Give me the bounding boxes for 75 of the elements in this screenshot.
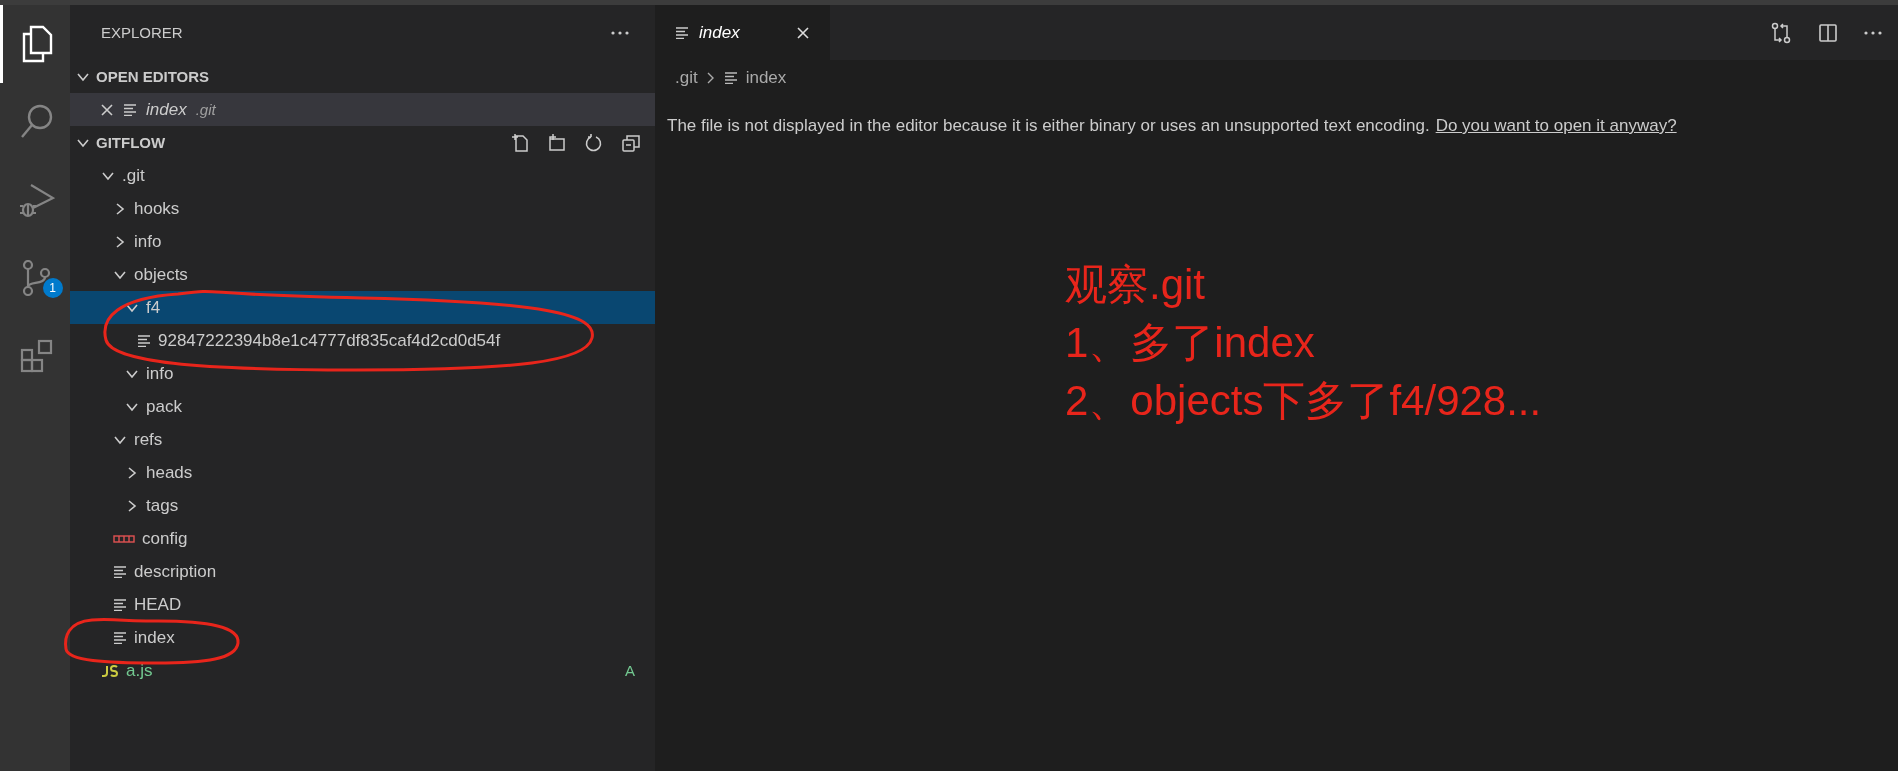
file-name: index bbox=[134, 627, 175, 648]
file-name: a.js bbox=[126, 660, 153, 681]
annotation-text: 2、objects下多了f4/928... bbox=[1065, 376, 1543, 426]
notification-badge: 1 bbox=[42, 278, 63, 298]
tree-item[interactable]: objects bbox=[70, 258, 655, 291]
play-bug-icon bbox=[18, 182, 55, 218]
file-name: heads bbox=[146, 462, 193, 483]
new-file-icon[interactable] bbox=[510, 132, 530, 153]
lines-icon bbox=[675, 26, 689, 39]
breadcrumb[interactable]: .git bbox=[675, 68, 698, 88]
more-icon[interactable] bbox=[1864, 30, 1882, 35]
file-name: info bbox=[146, 363, 174, 384]
tree-item[interactable]: pack bbox=[70, 390, 655, 423]
section-header[interactable]: OPEN EDITORS bbox=[70, 60, 655, 93]
open-anyway-link[interactable]: Do you want to open it anyway? bbox=[1435, 116, 1677, 136]
file-name: 92847222394b8e1c4777df835caf4d2cd0d54f bbox=[158, 330, 501, 351]
blocks-icon bbox=[19, 339, 54, 373]
file-name: hooks bbox=[134, 198, 180, 219]
tree-item[interactable]: info bbox=[70, 357, 655, 390]
file-name: .git bbox=[122, 165, 145, 186]
more-icon[interactable] bbox=[611, 30, 629, 35]
new-folder-icon[interactable] bbox=[547, 132, 567, 153]
close-icon[interactable] bbox=[100, 102, 114, 117]
refresh-icon[interactable] bbox=[584, 132, 604, 153]
section-title: GITFLOW bbox=[96, 134, 166, 151]
lines-icon bbox=[113, 631, 127, 644]
tree-item[interactable]: description bbox=[70, 555, 655, 588]
file-name: HEAD bbox=[134, 594, 182, 615]
compare-icon[interactable] bbox=[1770, 21, 1792, 44]
tree-item[interactable]: heads bbox=[70, 456, 655, 489]
tab-label: index bbox=[699, 22, 741, 43]
folder-hint: .git bbox=[195, 101, 216, 118]
annotation-text: 观察.git bbox=[1065, 260, 1207, 310]
git-status: A bbox=[625, 662, 635, 679]
file-name: description bbox=[134, 561, 217, 582]
tree-item[interactable]: a.js A bbox=[70, 654, 655, 687]
config-icon bbox=[113, 534, 135, 543]
tree-item[interactable]: HEAD bbox=[70, 588, 655, 621]
lines-icon bbox=[123, 103, 137, 116]
file-name: tags bbox=[146, 495, 179, 516]
collapse-icon[interactable] bbox=[621, 132, 641, 153]
editor-tab[interactable]: index bbox=[655, 5, 830, 60]
section-title: OPEN EDITORS bbox=[96, 68, 210, 85]
tree-item[interactable]: f4 bbox=[70, 291, 655, 324]
tree-item[interactable]: tags bbox=[70, 489, 655, 522]
section-header[interactable]: GITFLOW bbox=[70, 126, 655, 159]
lines-icon bbox=[137, 334, 151, 347]
lines-icon bbox=[113, 565, 127, 578]
binary-file-message: The file is not displayed in the editor because it is either binary or uses an unsupported text encoding. bbox=[667, 116, 1430, 136]
lines-icon bbox=[723, 72, 738, 84]
file-name: f4 bbox=[146, 297, 161, 318]
tree-item[interactable]: hooks bbox=[70, 192, 655, 225]
file-name: info bbox=[134, 231, 162, 252]
open-editor-item[interactable]: index .git bbox=[70, 93, 655, 126]
search-icon bbox=[19, 104, 54, 140]
lines-icon bbox=[113, 598, 127, 611]
explorer-title: EXPLORER bbox=[101, 24, 183, 41]
close-icon[interactable] bbox=[796, 25, 810, 40]
javascript-file-icon bbox=[101, 664, 119, 677]
tree-item[interactable]: index bbox=[70, 621, 655, 654]
chevron-icon bbox=[705, 71, 716, 85]
breadcrumb[interactable]: index bbox=[745, 68, 787, 88]
tree-item[interactable]: .git bbox=[70, 159, 655, 192]
activity-bar-item[interactable]: 1 bbox=[0, 239, 70, 317]
tree-item[interactable]: info bbox=[70, 225, 655, 258]
file-name: index bbox=[146, 99, 187, 120]
file-name: objects bbox=[134, 264, 188, 285]
file-name: refs bbox=[134, 429, 163, 450]
split-editor-icon[interactable] bbox=[1818, 22, 1838, 43]
tree-item[interactable]: 92847222394b8e1c4777df835caf4d2cd0d54f bbox=[70, 324, 655, 357]
file-name: pack bbox=[146, 396, 182, 417]
annotation-text: 1、多了index bbox=[1065, 318, 1316, 368]
file-name: config bbox=[142, 528, 188, 549]
tree-item[interactable]: config bbox=[70, 522, 655, 555]
tree-item[interactable]: refs bbox=[70, 423, 655, 456]
